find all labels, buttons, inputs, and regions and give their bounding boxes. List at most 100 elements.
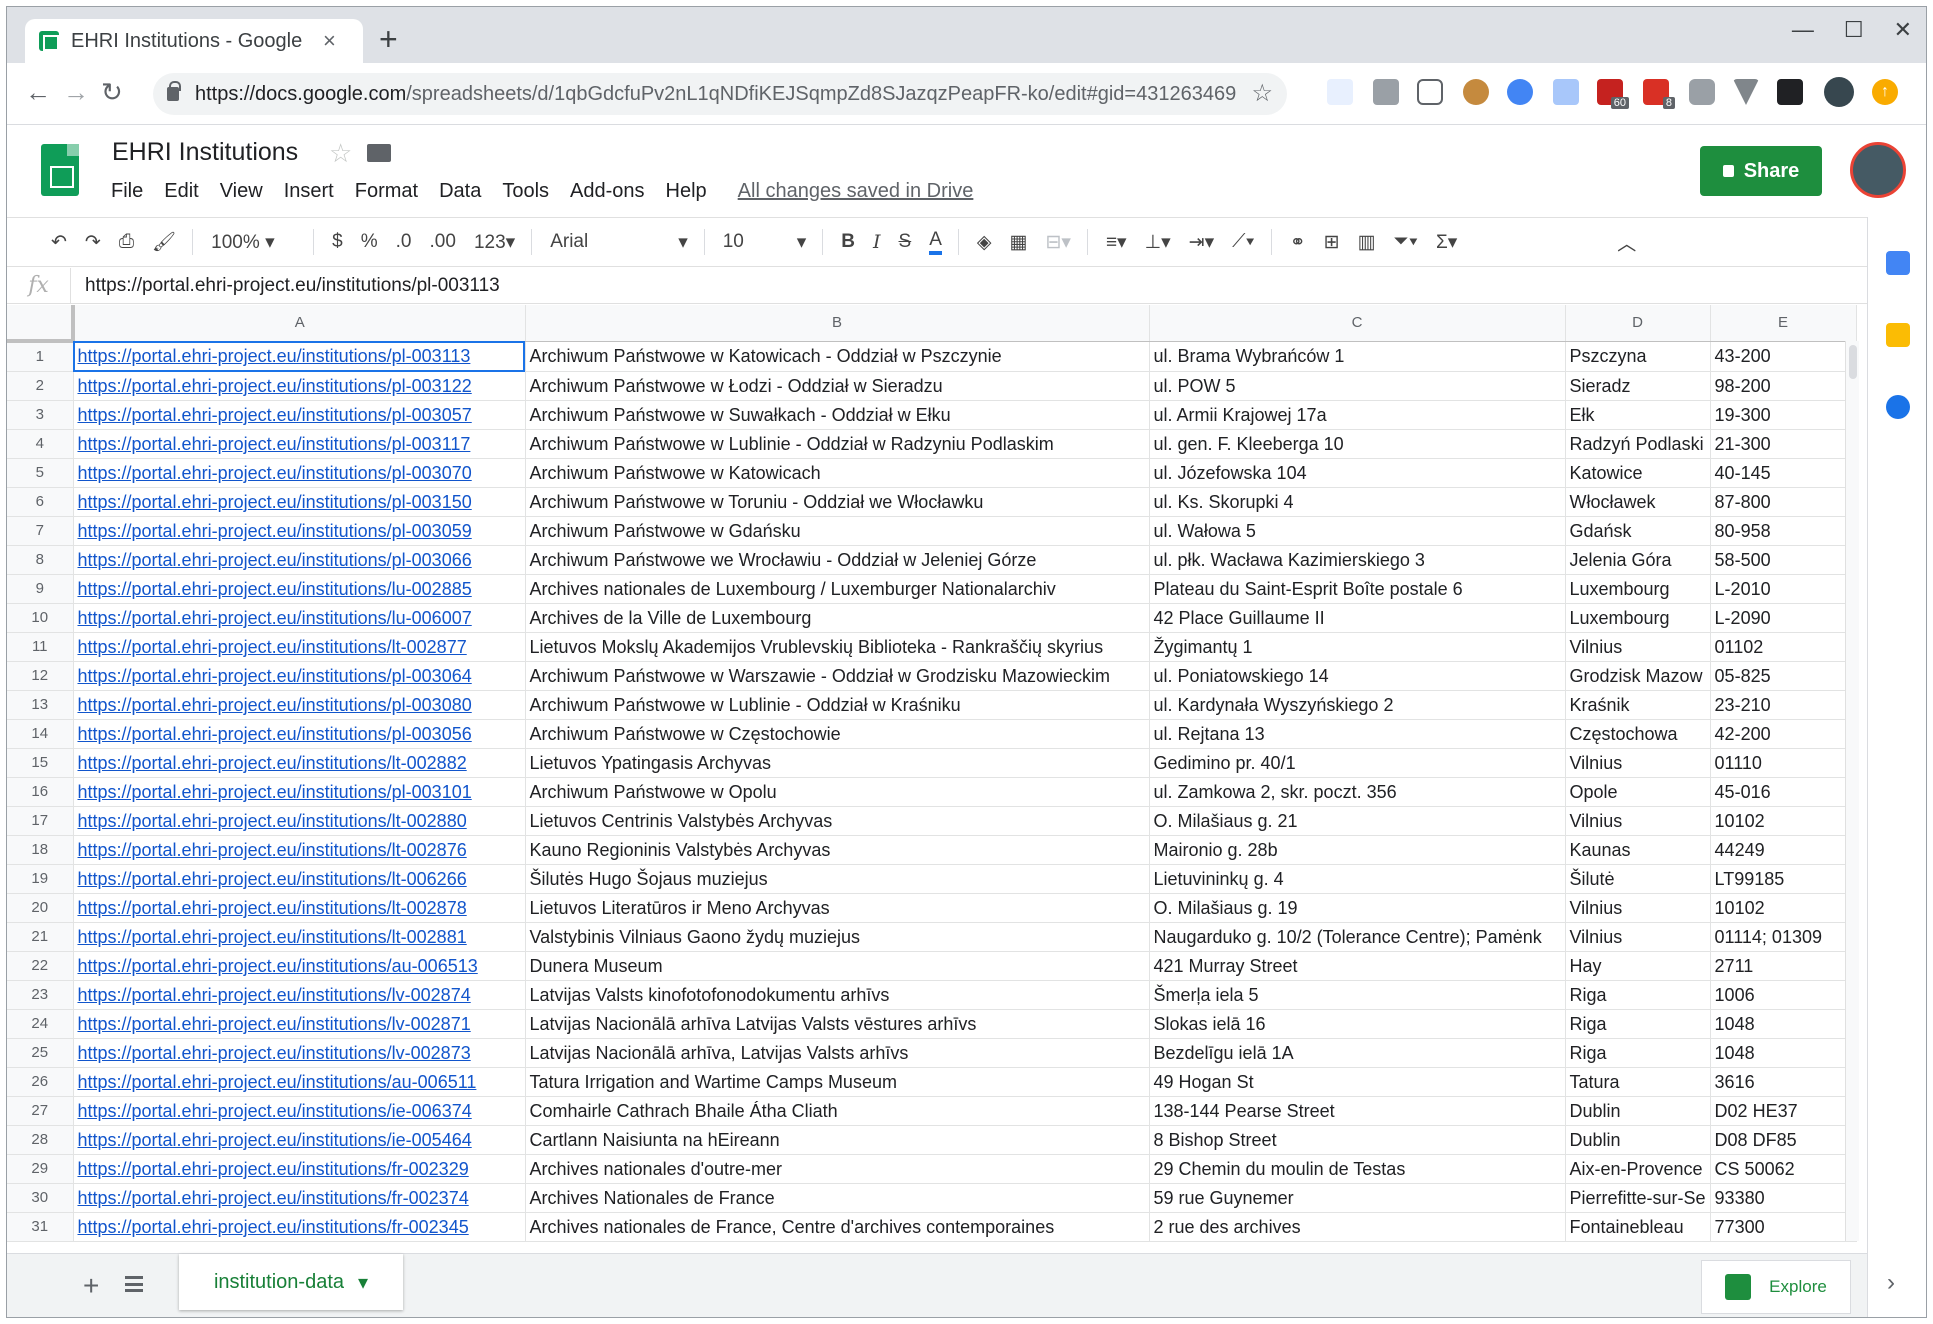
sheet-tab[interactable]: institution-data ▾ <box>179 1254 403 1310</box>
table-cell[interactable]: Bezdelīgu ielā 1A <box>1149 1038 1566 1068</box>
table-cell[interactable]: Sieradz <box>1565 371 1711 401</box>
table-cell[interactable]: ul. gen. F. Kleeberga 10 <box>1149 429 1566 459</box>
new-tab-button[interactable]: + <box>379 21 398 58</box>
link-cell[interactable]: https://portal.ehri-project.eu/instituti… <box>73 806 526 836</box>
table-cell[interactable]: Ełk <box>1565 400 1711 430</box>
table-cell[interactable]: Latvijas Nacionālā arhīva, Latvijas Vals… <box>525 1038 1150 1068</box>
star-icon[interactable]: ☆ <box>329 138 352 169</box>
download-extension-icon[interactable] <box>1373 79 1399 105</box>
profile-avatar[interactable] <box>1824 77 1854 107</box>
menu-file[interactable]: File <box>111 180 143 203</box>
table-cell[interactable]: D08 DF85 <box>1710 1125 1857 1155</box>
table-cell[interactable]: 44249 <box>1710 835 1857 865</box>
column-header-d[interactable]: D <box>1565 305 1711 342</box>
table-cell[interactable]: Archiwum Państwowe w Suwałkach - Oddział… <box>525 400 1150 430</box>
print-icon[interactable]: ⎙ <box>119 231 134 253</box>
row-header[interactable]: 22 <box>7 951 74 981</box>
row-header[interactable]: 14 <box>7 719 74 749</box>
minimize-button[interactable]: — <box>1792 17 1814 43</box>
table-cell[interactable]: Lietuvos Literatūros ir Meno Archyvas <box>525 893 1150 923</box>
paint-format-icon[interactable]: 🖌 <box>152 230 176 254</box>
table-cell[interactable]: Tatura <box>1565 1067 1711 1097</box>
link-cell[interactable]: https://portal.ehri-project.eu/instituti… <box>73 661 526 691</box>
table-cell[interactable]: 01102 <box>1710 632 1857 662</box>
bookmark-star-icon[interactable]: ☆ <box>1251 79 1273 108</box>
table-cell[interactable]: Archiwum Państwowe w Gdańsku <box>525 516 1150 546</box>
table-cell[interactable]: ul. POW 5 <box>1149 371 1566 401</box>
table-cell[interactable]: LT99185 <box>1710 864 1857 894</box>
row-header[interactable]: 7 <box>7 516 74 546</box>
calendar-extension-icon[interactable]: 8 <box>1643 79 1675 109</box>
row-header[interactable]: 3 <box>7 400 74 430</box>
link-cell[interactable]: https://portal.ehri-project.eu/instituti… <box>73 1183 526 1213</box>
link-cell[interactable]: https://portal.ehri-project.eu/instituti… <box>73 1067 526 1097</box>
table-cell[interactable]: Dublin <box>1565 1125 1711 1155</box>
menu-addons[interactable]: Add-ons <box>570 180 645 203</box>
share-button[interactable]: Share <box>1700 146 1822 196</box>
table-cell[interactable]: Plateau du Saint-Esprit Boîte postale 6 <box>1149 574 1566 604</box>
table-cell[interactable]: Cartlann Naisiunta na hEireann <box>525 1125 1150 1155</box>
row-header[interactable]: 20 <box>7 893 74 923</box>
sheets-logo-icon[interactable] <box>41 144 79 196</box>
table-cell[interactable]: Lietuvos Mokslų Akademijos Vrublevskių B… <box>525 632 1150 662</box>
table-cell[interactable]: Archiwum Państwowe w Opolu <box>525 777 1150 807</box>
link-cell[interactable]: https://portal.ehri-project.eu/instituti… <box>73 1154 526 1184</box>
column-header-e[interactable]: E <box>1710 305 1857 342</box>
all-sheets-icon[interactable] <box>125 1276 143 1292</box>
table-cell[interactable]: Grodzisk Mazow <box>1565 661 1711 691</box>
menu-data[interactable]: Data <box>439 180 481 203</box>
tasks-icon[interactable] <box>1886 395 1910 419</box>
table-cell[interactable]: 77300 <box>1710 1212 1857 1242</box>
table-cell[interactable]: ul. Poniatowskiego 14 <box>1149 661 1566 691</box>
table-cell[interactable]: Maironio g. 28b <box>1149 835 1566 865</box>
table-cell[interactable]: ul. płk. Wacława Kazimierskiego 3 <box>1149 545 1566 575</box>
table-cell[interactable]: Archives nationales de France, Centre d'… <box>525 1212 1150 1242</box>
table-cell[interactable]: 43-200 <box>1710 341 1857 372</box>
table-cell[interactable]: 98-200 <box>1710 371 1857 401</box>
table-cell[interactable]: Vilnius <box>1565 922 1711 952</box>
table-cell[interactable]: Częstochowa <box>1565 719 1711 749</box>
select-all-corner[interactable] <box>7 305 75 343</box>
functions-button[interactable]: Σ▾ <box>1436 231 1457 254</box>
table-cell[interactable]: Archiwum Państwowe w Częstochowie <box>525 719 1150 749</box>
row-header[interactable]: 19 <box>7 864 74 894</box>
table-cell[interactable]: Šilutės Hugo Šojaus muziejus <box>525 864 1150 894</box>
table-cell[interactable]: Lietuvos Centrinis Valstybės Archyvas <box>525 806 1150 836</box>
row-header[interactable]: 15 <box>7 748 74 778</box>
row-header[interactable]: 31 <box>7 1212 74 1242</box>
table-cell[interactable]: Vilnius <box>1565 893 1711 923</box>
table-cell[interactable]: Luxembourg <box>1565 574 1711 604</box>
table-cell[interactable]: Hay <box>1565 951 1711 981</box>
table-cell[interactable]: Aix-en-Provence <box>1565 1154 1711 1184</box>
row-header[interactable]: 8 <box>7 545 74 575</box>
menu-insert[interactable]: Insert <box>284 180 334 203</box>
table-cell[interactable]: D02 HE37 <box>1710 1096 1857 1126</box>
table-cell[interactable]: Fontainebleau <box>1565 1212 1711 1242</box>
table-cell[interactable]: 1048 <box>1710 1038 1857 1068</box>
menu-tools[interactable]: Tools <box>502 180 549 203</box>
link-cell[interactable]: https://portal.ehri-project.eu/instituti… <box>73 922 526 952</box>
table-cell[interactable]: Dunera Museum <box>525 951 1150 981</box>
table-cell[interactable]: Naugarduko g. 10/2 (Tolerance Centre); P… <box>1149 922 1566 952</box>
table-cell[interactable]: Radzyń Podlaski <box>1565 429 1711 459</box>
row-header[interactable]: 28 <box>7 1125 74 1155</box>
menu-format[interactable]: Format <box>355 180 418 203</box>
row-header[interactable]: 12 <box>7 661 74 691</box>
table-cell[interactable]: 87-800 <box>1710 487 1857 517</box>
table-cell[interactable]: L-2010 <box>1710 574 1857 604</box>
row-header[interactable]: 21 <box>7 922 74 952</box>
chevron-down-icon[interactable]: ▾ <box>358 1270 368 1295</box>
add-sheet-button[interactable]: + <box>83 1270 99 1302</box>
font-size-select[interactable]: 10 <box>723 231 779 253</box>
camera-extension-icon[interactable] <box>1689 79 1715 105</box>
table-cell[interactable]: 138-144 Pearse Street <box>1149 1096 1566 1126</box>
link-cell[interactable]: https://portal.ehri-project.eu/instituti… <box>73 545 526 575</box>
reload-button[interactable]: ↻ <box>101 77 123 108</box>
link-cell[interactable]: https://portal.ehri-project.eu/instituti… <box>73 632 526 662</box>
firefox-extension-icon[interactable] <box>1507 79 1533 105</box>
calendar-icon[interactable] <box>1886 251 1910 275</box>
menu-view[interactable]: View <box>220 180 263 203</box>
formula-input[interactable]: https://portal.ehri-project.eu/instituti… <box>71 275 500 297</box>
link-cell[interactable]: https://portal.ehri-project.eu/instituti… <box>73 777 526 807</box>
row-header[interactable]: 18 <box>7 835 74 865</box>
